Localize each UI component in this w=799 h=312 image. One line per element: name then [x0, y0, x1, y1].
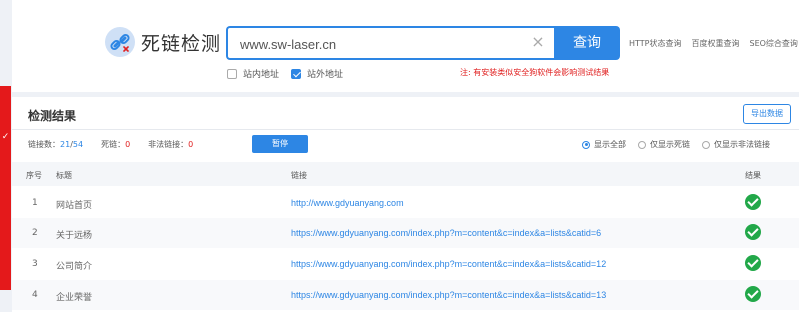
row-link[interactable]: https://www.gdyuanyang.com/index.php?m=c…	[291, 290, 606, 300]
search-input[interactable]	[240, 34, 520, 54]
row-number: 2	[32, 228, 38, 238]
search-button[interactable]: 查询	[554, 26, 620, 60]
row-link[interactable]: https://www.gdyuanyang.com/index.php?m=c…	[291, 259, 606, 269]
links-count: 链接数：21/54	[28, 140, 84, 149]
illegal-count: 非法链接：0	[148, 140, 194, 149]
result-filters: 显示全部 仅显示死链 仅显示非法链接	[582, 139, 770, 150]
filter-dead-label: 仅显示死链	[650, 140, 690, 149]
external-links-label: 站外地址	[307, 70, 344, 80]
table-header: 序号 标题 链接 结果	[12, 162, 799, 186]
divider	[12, 129, 799, 130]
dead-count: 死链：0	[101, 140, 131, 149]
results-title: 检测结果	[28, 109, 77, 123]
column-header-title: 标题	[56, 171, 72, 180]
quick-links: HTTP状态查询 百度权重查询 SEO综合查询	[629, 38, 798, 49]
filter-illegal-radio[interactable]	[702, 140, 710, 149]
filter-illegal[interactable]: 仅显示非法链接	[702, 139, 770, 150]
column-header-link: 链接	[291, 171, 307, 180]
check-circle-icon	[745, 286, 761, 302]
warning-note: 注: 有安装类似安全狗软件会影响测试结果	[460, 68, 610, 77]
table-row: 4 企业荣誉 https://www.gdyuanyang.com/index.…	[12, 280, 799, 310]
row-number: 4	[32, 290, 38, 300]
row-title: 企业荣誉	[56, 293, 93, 303]
filter-all[interactable]: 显示全部	[582, 139, 626, 150]
external-links-checkbox[interactable]	[291, 68, 302, 79]
table-row: 2 关于远杨 https://www.gdyuanyang.com/index.…	[12, 218, 799, 248]
row-title: 网站首页	[56, 201, 93, 211]
quick-link-baidu-weight[interactable]: 百度权重查询	[691, 38, 739, 49]
broken-link-icon	[105, 27, 135, 57]
feedback-icon: ✓	[1, 132, 10, 142]
check-circle-icon	[745, 224, 761, 240]
scope-options: 站内地址 站外地址	[227, 67, 343, 80]
page-title: 死链检测	[141, 32, 222, 55]
row-number: 1	[32, 198, 38, 208]
row-number: 3	[32, 259, 38, 269]
clear-icon[interactable]: ×	[530, 34, 546, 50]
search-box: ×	[226, 26, 554, 60]
filter-dead-radio[interactable]	[638, 140, 646, 149]
column-header-no: 序号	[26, 171, 42, 180]
column-header-result: 结果	[745, 171, 761, 180]
logo: 死链检测	[105, 27, 221, 57]
filter-all-label: 显示全部	[594, 140, 626, 149]
filter-dead[interactable]: 仅显示死链	[638, 139, 690, 150]
check-circle-icon	[745, 194, 761, 210]
stats-bar: 链接数：21/54 死链：0 非法链接：0	[28, 139, 193, 150]
row-link[interactable]: https://www.gdyuanyang.com/index.php?m=c…	[291, 228, 601, 238]
external-links-option[interactable]: 站外地址	[291, 67, 343, 80]
export-button[interactable]: 导出数据	[743, 104, 791, 124]
quick-link-http-status[interactable]: HTTP状态查询	[629, 38, 681, 49]
table-row: 1 网站首页 http://www.gdyuanyang.com	[12, 188, 799, 218]
check-circle-icon	[745, 255, 761, 271]
row-title: 公司简介	[56, 262, 93, 272]
pause-button[interactable]: 暂停	[252, 135, 308, 153]
table-row: 3 公司简介 https://www.gdyuanyang.com/index.…	[12, 249, 799, 279]
row-link[interactable]: http://www.gdyuanyang.com	[291, 198, 404, 208]
filter-illegal-label: 仅显示非法链接	[714, 140, 770, 149]
search-panel: 死链检测 × 查询 HTTP状态查询 百度权重查询 SEO综合查询 站内地址 站…	[12, 0, 799, 92]
internal-links-label: 站内地址	[243, 70, 280, 80]
internal-links-option[interactable]: 站内地址	[227, 67, 279, 80]
internal-links-checkbox[interactable]	[227, 68, 237, 79]
side-feedback-tab[interactable]: ✓	[0, 86, 11, 290]
quick-link-seo[interactable]: SEO综合查询	[749, 38, 797, 49]
results-panel: 检测结果 导出数据 链接数：21/54 死链：0 非法链接：0 暂停 显示全部 …	[12, 97, 799, 312]
filter-all-radio[interactable]	[582, 140, 590, 149]
row-title: 关于远杨	[56, 231, 93, 241]
